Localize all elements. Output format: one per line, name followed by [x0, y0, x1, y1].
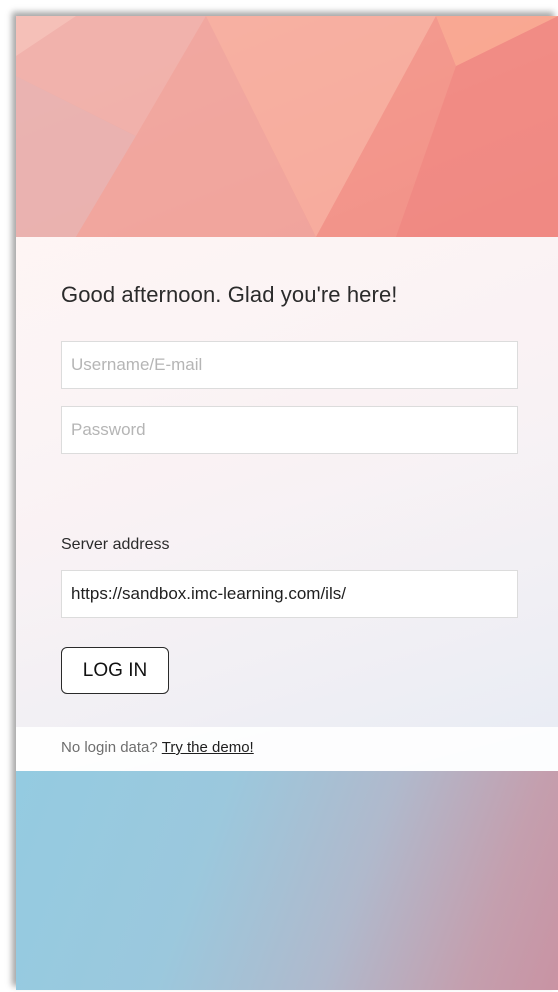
server-address-input[interactable]	[61, 570, 518, 618]
greeting-heading: Good afternoon. Glad you're here!	[61, 282, 398, 307]
username-input[interactable]	[61, 341, 518, 389]
server-address-label: Server address	[61, 536, 170, 553]
hero-background	[16, 16, 558, 237]
demo-bar: No login data? Try the demo!	[16, 727, 558, 771]
login-form-panel: Good afternoon. Glad you're here! Server…	[16, 237, 558, 727]
demo-prompt-row: No login data? Try the demo!	[61, 739, 254, 756]
password-input[interactable]	[61, 406, 518, 454]
app-screen: Good afternoon. Glad you're here! Server…	[16, 16, 558, 990]
demo-prompt-text: No login data?	[61, 739, 158, 756]
lowpoly-background-art	[16, 16, 558, 237]
try-demo-link[interactable]: Try the demo!	[162, 739, 254, 756]
bottom-background	[16, 771, 558, 990]
device-frame: Good afternoon. Glad you're here! Server…	[0, 0, 558, 992]
login-button[interactable]: LOG IN	[61, 647, 169, 694]
